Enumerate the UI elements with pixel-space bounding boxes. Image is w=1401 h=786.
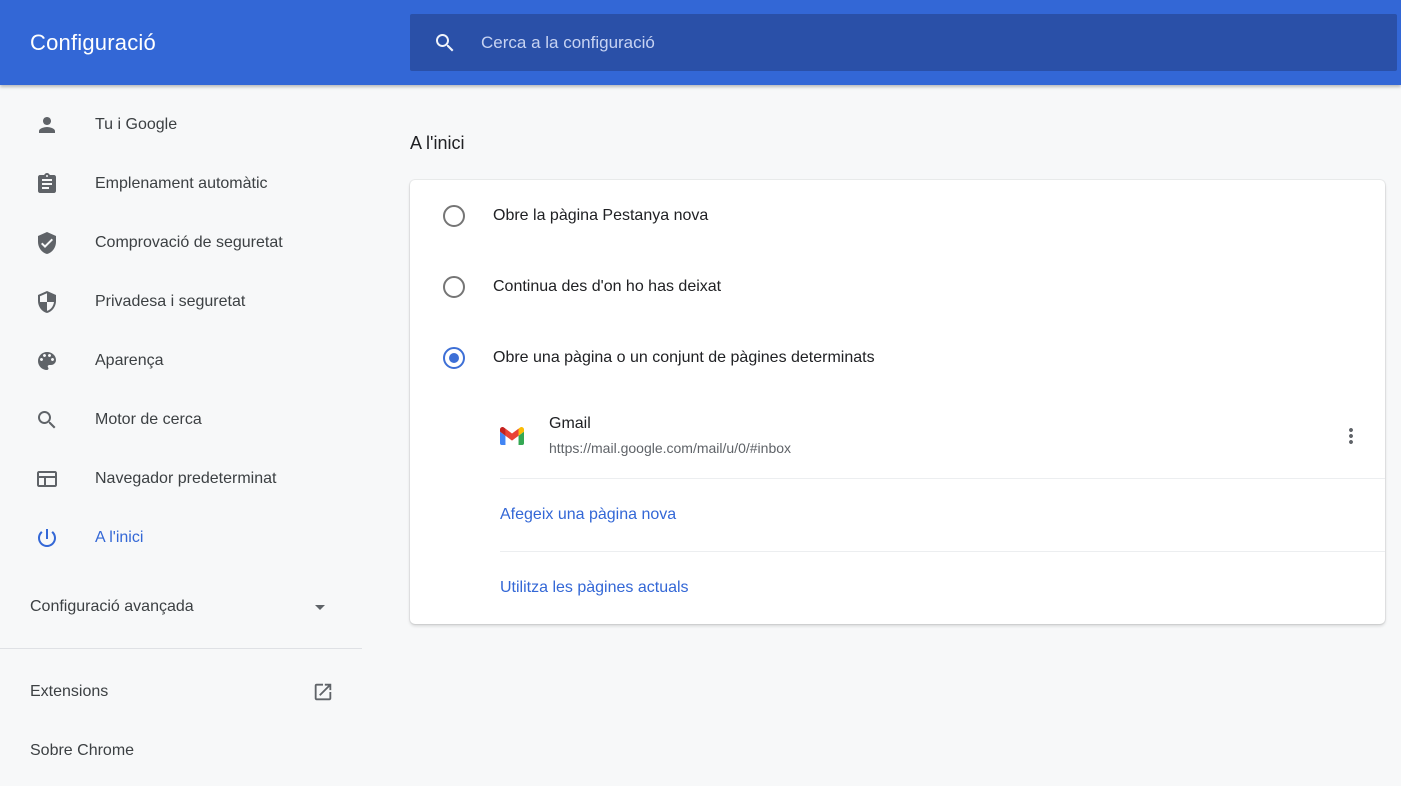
settings-sidebar: Tu i Google Emplenament automàtic Compro… xyxy=(0,85,410,786)
startup-page-url: https://mail.google.com/mail/u/0/#inbox xyxy=(549,440,791,456)
extensions-label: Extensions xyxy=(30,683,108,701)
use-current-pages-row: Utilitza les pàgines actuals xyxy=(410,552,1385,624)
safety-check-icon xyxy=(35,231,59,255)
sidebar-divider xyxy=(0,648,362,649)
sidebar-item-safety-check[interactable]: Comprovació de seguretat xyxy=(0,213,410,272)
sidebar-item-on-startup[interactable]: A l'inici xyxy=(0,508,410,567)
on-startup-card: Obre la pàgina Pestanya nova Continua de… xyxy=(410,180,1385,624)
toolbar-search-area xyxy=(410,0,1401,85)
sidebar-item-search-engine[interactable]: Motor de cerca xyxy=(0,390,410,449)
sidebar-item-label: Aparença xyxy=(95,352,164,370)
browser-window-icon xyxy=(35,467,59,491)
chevron-down-icon xyxy=(308,595,332,619)
gmail-icon xyxy=(500,424,524,448)
radio-option-label: Obre la pàgina Pestanya nova xyxy=(493,207,708,225)
startup-page-text: Gmail https://mail.google.com/mail/u/0/#… xyxy=(549,415,791,456)
search-icon xyxy=(433,31,457,55)
search-field[interactable] xyxy=(410,14,1397,71)
radio-option-label: Continua des d'on ho has deixat xyxy=(493,278,721,296)
sidebar-item-privacy[interactable]: Privadesa i seguretat xyxy=(0,272,410,331)
use-current-pages-link[interactable]: Utilitza les pàgines actuals xyxy=(500,579,689,597)
toolbar-title-area: Configuració xyxy=(0,0,410,85)
power-icon xyxy=(35,526,59,550)
about-label: Sobre Chrome xyxy=(30,742,134,760)
open-in-new-icon xyxy=(312,681,334,703)
palette-icon xyxy=(35,349,59,373)
sidebar-item-label: Emplenament automàtic xyxy=(95,175,268,193)
sidebar-item-label: A l'inici xyxy=(95,529,143,547)
sidebar-advanced-toggle[interactable]: Configuració avançada xyxy=(0,577,362,636)
sidebar-item-label: Privadesa i seguretat xyxy=(95,293,245,311)
settings-main: A l'inici Obre la pàgina Pestanya nova C… xyxy=(410,85,1401,786)
add-new-page-link[interactable]: Afegeix una pàgina nova xyxy=(500,506,676,524)
sidebar-item-autofill[interactable]: Emplenament automàtic xyxy=(0,154,410,213)
radio-button[interactable] xyxy=(443,347,465,369)
startup-page-title: Gmail xyxy=(549,415,791,433)
settings-toolbar: Configuració xyxy=(0,0,1401,85)
radio-option-label: Obre una pàgina o un conjunt de pàgines … xyxy=(493,349,875,367)
search-icon xyxy=(35,408,59,432)
search-input[interactable] xyxy=(479,32,1397,54)
radio-option-open-new-tab[interactable]: Obre la pàgina Pestanya nova xyxy=(410,180,1385,251)
sidebar-item-label: Navegador predeterminat xyxy=(95,470,276,488)
sidebar-item-about-chrome[interactable]: Sobre Chrome xyxy=(0,721,362,780)
radio-button[interactable] xyxy=(443,205,465,227)
sidebar-item-label: Comprovació de seguretat xyxy=(95,234,283,252)
add-page-row: Afegeix una pàgina nova xyxy=(410,479,1385,551)
person-icon xyxy=(35,113,59,137)
radio-button[interactable] xyxy=(443,276,465,298)
privacy-shield-icon xyxy=(35,290,59,314)
sidebar-item-appearance[interactable]: Aparença xyxy=(0,331,410,390)
more-actions-button[interactable] xyxy=(1333,418,1369,454)
sidebar-item-you-and-google[interactable]: Tu i Google xyxy=(0,95,410,154)
autofill-icon xyxy=(35,172,59,196)
more-vert-icon xyxy=(1339,424,1363,448)
sidebar-item-default-browser[interactable]: Navegador predeterminat xyxy=(0,449,410,508)
sidebar-item-extensions[interactable]: Extensions xyxy=(0,662,362,721)
startup-page-row: Gmail https://mail.google.com/mail/u/0/#… xyxy=(410,393,1385,478)
section-title: A l'inici xyxy=(410,133,1385,154)
sidebar-item-label: Motor de cerca xyxy=(95,411,202,429)
page-title: Configuració xyxy=(30,30,156,56)
radio-option-continue-where-left[interactable]: Continua des d'on ho has deixat xyxy=(410,251,1385,322)
radio-option-open-specific-pages[interactable]: Obre una pàgina o un conjunt de pàgines … xyxy=(410,322,1385,393)
advanced-label: Configuració avançada xyxy=(30,598,194,616)
sidebar-item-label: Tu i Google xyxy=(95,116,177,134)
